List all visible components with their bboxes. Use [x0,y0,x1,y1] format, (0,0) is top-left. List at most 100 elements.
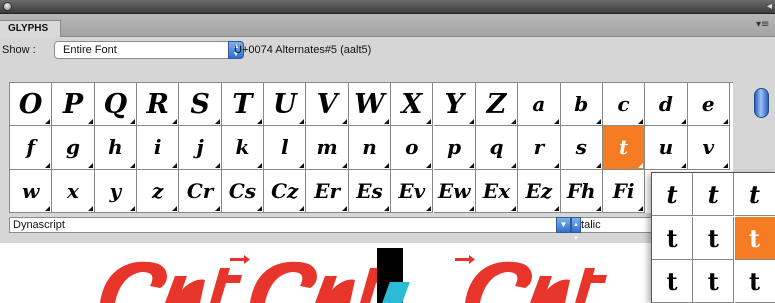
alternate-glyph-cell[interactable]: t [693,216,735,260]
alternates-indicator-icon [172,162,178,168]
glyph-cell[interactable]: Er [306,169,349,213]
glyph-cell[interactable]: Cz [264,169,307,213]
glyph-cell[interactable]: g [52,126,95,170]
alternates-indicator-icon [341,162,347,168]
glyph-cell[interactable]: j [179,126,222,170]
glyph-cell[interactable]: c [602,83,646,127]
glyph-cell[interactable]: a [518,83,561,127]
alternate-glyph-cell[interactable]: t [693,173,735,216]
glyph-cell[interactable]: R [137,83,180,127]
alternate-glyph-char: t [749,180,761,209]
glyph-cell[interactable]: Ex [475,169,519,213]
glyph-cell[interactable]: Ew [433,169,476,213]
glyph-cell[interactable]: U [264,83,307,127]
glyph-cell[interactable]: p [433,126,476,170]
panel-title-bar[interactable]: ◂ [0,0,775,14]
alternates-indicator-icon [722,119,728,125]
glyph-cell[interactable]: Ez [518,169,561,213]
alternate-glyph-cell[interactable]: t [734,260,775,303]
alternate-glyph-char: t [666,223,678,253]
glyph-cell[interactable]: O [10,83,53,127]
alternates-indicator-icon [595,162,601,168]
glyph-cell[interactable]: t [602,126,646,170]
glyph-cell[interactable]: X [391,83,434,127]
alternates-indicator-icon [595,205,601,211]
glyph-cell[interactable]: d [645,83,688,127]
glyph-cell[interactable]: V [306,83,349,127]
glyph-cell[interactable]: n [348,126,392,170]
glyph-cell[interactable]: w [10,169,53,213]
alternates-indicator-icon [214,162,220,168]
alternate-glyph-cell[interactable]: t [693,260,735,303]
alternates-indicator-icon [426,119,432,125]
alternates-indicator-icon [130,162,136,168]
show-label: Show : [2,44,36,56]
show-row: Show : Entire Font ▲ ▼ U+0074 Alternates#… [0,40,775,60]
glyph-cell[interactable]: Ev [391,169,434,213]
glyph-cell[interactable]: Cs [221,169,265,213]
scrollbar-thumb[interactable] [754,88,769,118]
glyph-cell[interactable]: y [94,169,138,213]
canvas-script-graphic [100,255,607,303]
glyph-cell[interactable]: Es [348,169,392,213]
alternates-indicator-icon [45,119,51,125]
alternate-glyph-char: t [749,223,761,253]
glyph-cell[interactable]: r [518,126,561,170]
alternate-glyph-cell[interactable]: t [652,260,693,303]
glyph-cell[interactable]: s [560,126,603,170]
glyph-cell[interactable]: f [10,126,53,170]
tab-glyphs[interactable]: GLYPHS [0,20,62,37]
alternates-indicator-icon [45,162,51,168]
alternates-indicator-icon [638,162,644,168]
alternate-glyph-char: t [707,267,719,297]
alternates-indicator-icon [384,162,390,168]
glyph-cell[interactable]: W [348,83,392,127]
alternates-indicator-icon [257,119,263,125]
alternates-indicator-icon [680,119,686,125]
alternates-indicator-icon [87,119,93,125]
panel-menu-icon[interactable]: ▾≡ [756,19,770,31]
alternate-glyph-cell[interactable]: t [652,173,693,216]
alternates-indicator-icon [680,162,686,168]
alternate-glyph-char: t [666,180,678,209]
glyph-cell[interactable]: Z [475,83,519,127]
glyph-cell[interactable]: x [52,169,95,213]
glyph-cell[interactable]: m [306,126,349,170]
alternate-glyph-cell[interactable]: t [652,216,693,260]
alternates-indicator-icon [511,162,517,168]
alternates-indicator-icon [299,119,305,125]
glyph-cell[interactable]: P [52,83,95,127]
glyph-cell[interactable]: z [137,169,180,213]
alternate-glyph-cell[interactable]: t [734,173,775,216]
alternates-indicator-icon [553,162,559,168]
show-select[interactable]: Entire Font ▲ ▼ [54,41,244,59]
alternates-indicator-icon [214,205,220,211]
glyph-cell[interactable]: v [687,126,730,170]
glyph-cell[interactable]: Fh [560,169,603,213]
glyph-unicode-info: U+0074 Alternates#5 (aalt5) [234,44,372,56]
glyph-cell[interactable]: i [137,126,180,170]
glyph-cell[interactable]: T [221,83,265,127]
alternate-glyph-cell[interactable]: t [734,216,775,260]
glyph-cell[interactable]: k [221,126,265,170]
alternates-indicator-icon [384,119,390,125]
glyph-cell[interactable]: Fi [602,169,646,213]
glyph-cell[interactable]: h [94,126,138,170]
glyph-cell[interactable]: Cr [179,169,222,213]
close-icon[interactable] [3,2,12,11]
glyph-cell[interactable]: q [475,126,519,170]
glyph-cell[interactable]: l [264,126,307,170]
alternates-indicator-icon [130,119,136,125]
glyph-cell[interactable]: Q [94,83,138,127]
panel-tab-row: GLYPHS ▾≡ [0,14,775,37]
glyph-cell[interactable]: S [179,83,222,127]
alternates-indicator-icon [87,162,93,168]
glyph-cell[interactable]: Y [433,83,476,127]
glyph-cell[interactable]: e [687,83,730,127]
glyph-cell[interactable]: b [560,83,603,127]
glyph-cell[interactable]: o [391,126,434,170]
alternate-glyph-char: t [707,223,719,253]
alternates-indicator-icon [638,205,644,211]
glyph-cell[interactable]: u [645,126,688,170]
double-chevron-right-icon[interactable]: ◂ [767,0,772,14]
